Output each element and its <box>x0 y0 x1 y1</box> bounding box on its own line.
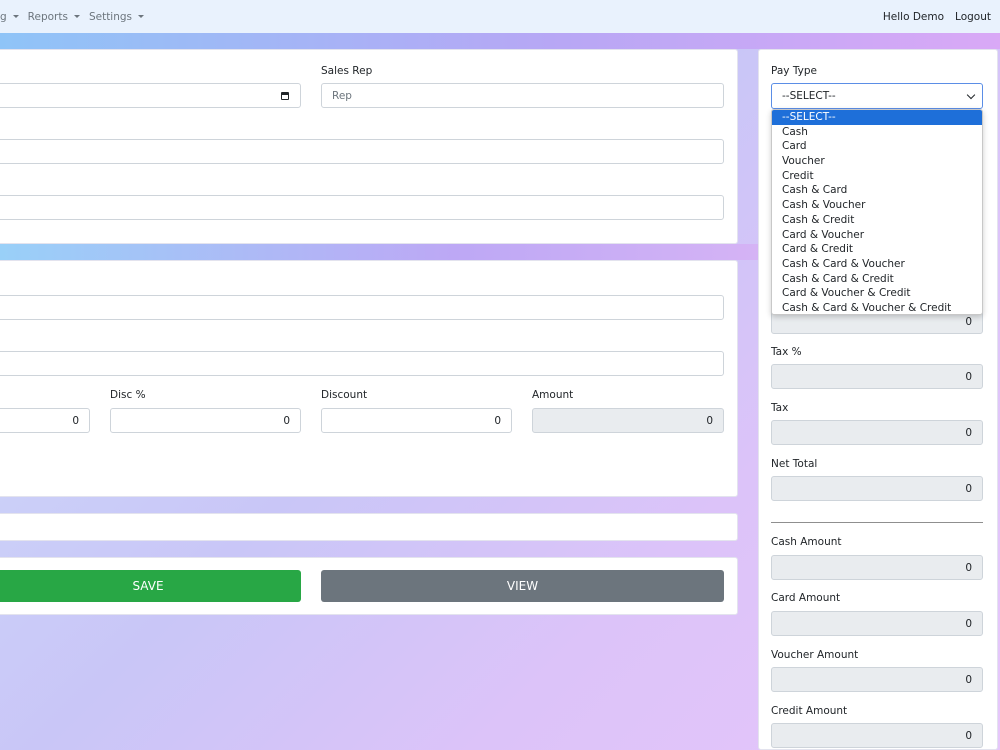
tax-field: 0 <box>771 420 983 445</box>
pay-type-option[interactable]: Credit <box>772 169 982 184</box>
view-button[interactable]: VIEW <box>321 570 724 602</box>
pay-type-option[interactable]: Card & Voucher <box>772 228 982 243</box>
pay-type-label: Pay Type <box>771 65 817 77</box>
card-amount-label: Card Amount <box>771 592 841 604</box>
discount-label: Discount <box>321 389 368 401</box>
nav-reports-label: Reports <box>27 10 68 23</box>
pay-type-selected: --SELECT-- <box>782 90 836 102</box>
nav-reports-dropdown[interactable]: Reports <box>28 11 80 23</box>
cash-amount-field: 0 <box>771 555 983 580</box>
credit-amount-value: 0 <box>965 729 972 742</box>
net-total-field: 0 <box>771 476 983 501</box>
tax-pct-field: 0 <box>771 364 983 389</box>
pay-type-option[interactable]: Cash <box>772 125 982 140</box>
logout-link[interactable]: Logout <box>955 11 991 23</box>
pay-type-option[interactable]: Card & Credit <box>772 242 982 257</box>
tax-pct-label: Tax % <box>771 346 802 358</box>
caret-down-icon <box>73 15 80 18</box>
tax-value: 0 <box>965 426 972 439</box>
card-amount-value: 0 <box>965 617 972 630</box>
nav-settings-label: Settings <box>88 10 133 23</box>
gradient-stripe-top <box>0 33 1000 49</box>
tax-pct-value: 0 <box>965 370 972 383</box>
item-name-input[interactable] <box>0 351 724 376</box>
pay-type-option[interactable]: Voucher <box>772 154 982 169</box>
calendar-icon[interactable] <box>281 92 289 100</box>
discount-value: 0 <box>494 414 501 427</box>
gradient-stripe-mid <box>0 244 758 260</box>
amount-field: 0 <box>532 408 724 433</box>
pay-type-select[interactable]: --SELECT-- <box>771 83 983 109</box>
net-total-value: 0 <box>965 482 972 495</box>
address-input[interactable] <box>0 195 724 220</box>
chevron-down-icon <box>966 90 976 100</box>
disc-pct-input[interactable]: 0 <box>110 408 301 433</box>
item-search-input[interactable] <box>0 295 724 320</box>
nav-partial-dropdown[interactable]: g <box>0 11 19 23</box>
sales-rep-label: Sales Rep <box>321 65 373 77</box>
pay-type-option[interactable]: Cash & Voucher <box>772 198 982 213</box>
cash-amount-label: Cash Amount <box>771 536 842 548</box>
voucher-amount-field: 0 <box>771 667 983 692</box>
amount-label: Amount <box>532 389 574 401</box>
credit-amount-field: 0 <box>771 723 983 748</box>
caret-down-icon <box>12 15 19 18</box>
net-total-label: Net Total <box>771 458 818 470</box>
customer-input[interactable] <box>0 139 724 164</box>
voucher-amount-label: Voucher Amount <box>771 649 859 661</box>
total-value: 0 <box>965 315 972 328</box>
amount-value: 0 <box>706 414 713 427</box>
nav-menu: g Reports Settings <box>0 10 145 23</box>
pay-type-option[interactable]: --SELECT-- <box>772 110 982 125</box>
top-navbar: g Reports Settings Hello Demo Logout <box>0 0 1000 33</box>
pay-type-option[interactable]: Cash & Card <box>772 183 982 198</box>
pay-type-option[interactable]: Card <box>772 139 982 154</box>
sales-rep-placeholder: Rep <box>332 89 352 102</box>
divider <box>771 522 983 523</box>
pay-type-option[interactable]: Cash & Card & Voucher & Credit <box>772 301 982 314</box>
voucher-amount-value: 0 <box>965 673 972 686</box>
quantity-value: 0 <box>72 414 79 427</box>
sales-rep-input[interactable]: Rep <box>321 83 724 108</box>
items-list-card <box>0 513 738 541</box>
pay-type-dropdown: --SELECT-- Cash Card Voucher Credit Cash… <box>771 109 983 315</box>
user-greeting: Hello Demo <box>882 10 945 23</box>
caret-down-icon <box>138 15 145 18</box>
nav-partial-label: g <box>0 10 7 23</box>
disc-pct-value: 0 <box>283 414 290 427</box>
tax-label: Tax <box>771 402 789 414</box>
pay-type-option[interactable]: Card & Voucher & Credit <box>772 286 982 301</box>
disc-pct-label: Disc % <box>110 389 146 401</box>
pay-type-option[interactable]: Cash & Card & Voucher <box>772 257 982 272</box>
pay-type-option[interactable]: Cash & Card & Credit <box>772 272 982 287</box>
nav-settings-dropdown[interactable]: Settings <box>88 10 145 23</box>
nav-user: Hello Demo Logout <box>883 11 991 23</box>
card-amount-field: 0 <box>771 611 983 636</box>
pay-type-option[interactable]: Cash & Credit <box>772 213 982 228</box>
discount-input[interactable]: 0 <box>321 408 512 433</box>
credit-amount-label: Credit Amount <box>771 705 848 717</box>
date-input[interactable] <box>0 83 301 108</box>
save-button[interactable]: SAVE <box>0 570 301 602</box>
cash-amount-value: 0 <box>965 561 972 574</box>
quantity-input[interactable]: 0 <box>0 408 90 433</box>
